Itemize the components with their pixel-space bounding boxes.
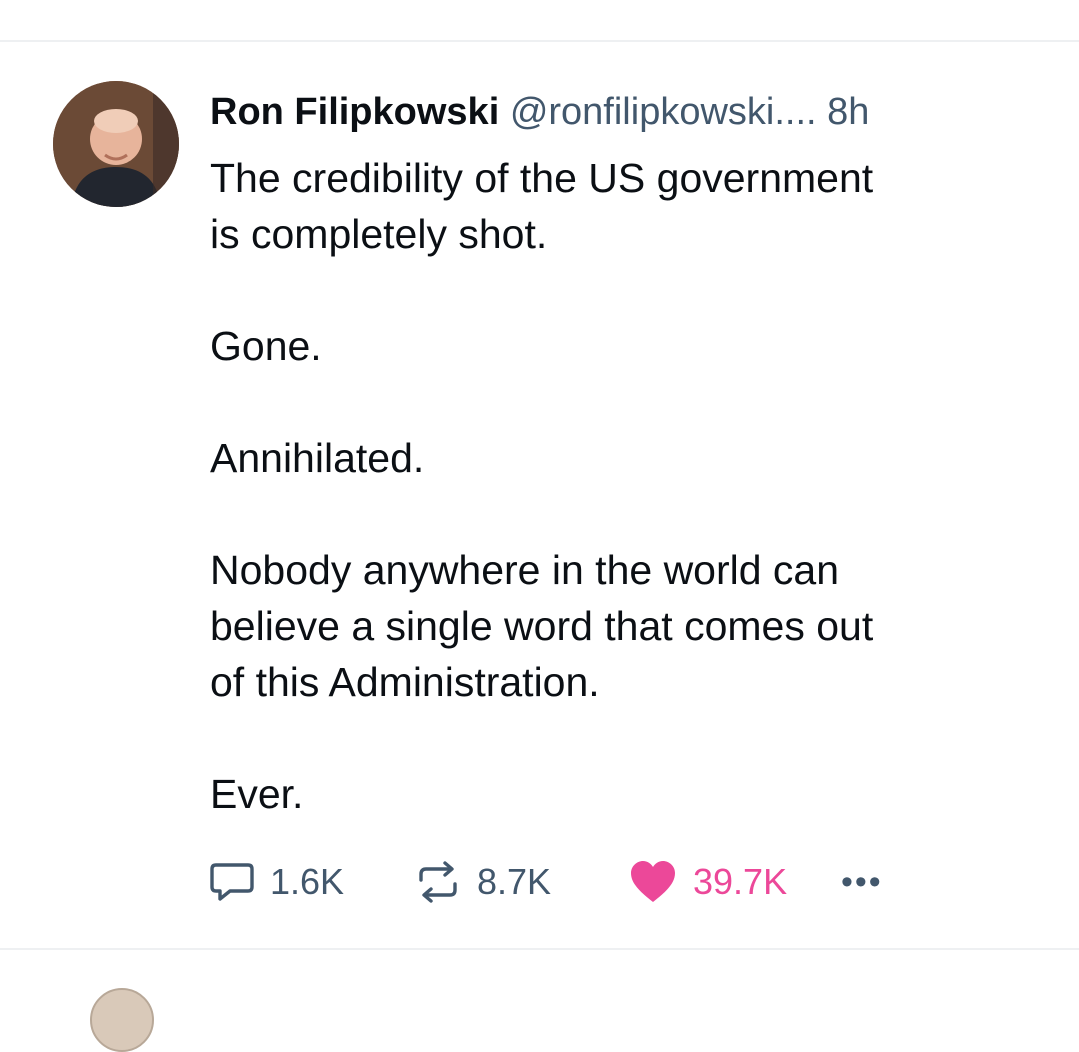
like-button[interactable]: 39.7K [629, 860, 841, 904]
more-options-button[interactable]: ••• [841, 863, 883, 902]
reply-count: 1.6K [270, 861, 345, 902]
post-actions: 1.6K 8.7K 39.7K ••• [208, 856, 883, 908]
more-dots-icon: ••• [841, 862, 883, 901]
author-name[interactable]: Ron Filipkowski [210, 91, 499, 133]
reply-button[interactable]: 1.6K [208, 861, 413, 903]
post-timestamp[interactable]: 8h [827, 91, 869, 133]
next-post-avatar[interactable] [90, 988, 154, 1052]
post-header: Ron Filipkowski @ronfilipkowski.... 8h [210, 88, 1050, 136]
post-text: The credibility of the US government is … [210, 155, 874, 817]
heart-icon [629, 860, 677, 904]
author-handle[interactable]: @ronfilipkowski.... [510, 91, 817, 133]
top-divider [0, 40, 1079, 42]
repost-count: 8.7K [477, 861, 552, 902]
repost-button[interactable]: 8.7K [413, 860, 629, 904]
avatar-photo [53, 81, 179, 207]
repost-arrows-icon [413, 860, 463, 904]
avatar[interactable] [53, 81, 179, 207]
bottom-divider [0, 948, 1079, 950]
speech-bubble-icon [208, 861, 256, 903]
like-count: 39.7K [693, 861, 788, 902]
